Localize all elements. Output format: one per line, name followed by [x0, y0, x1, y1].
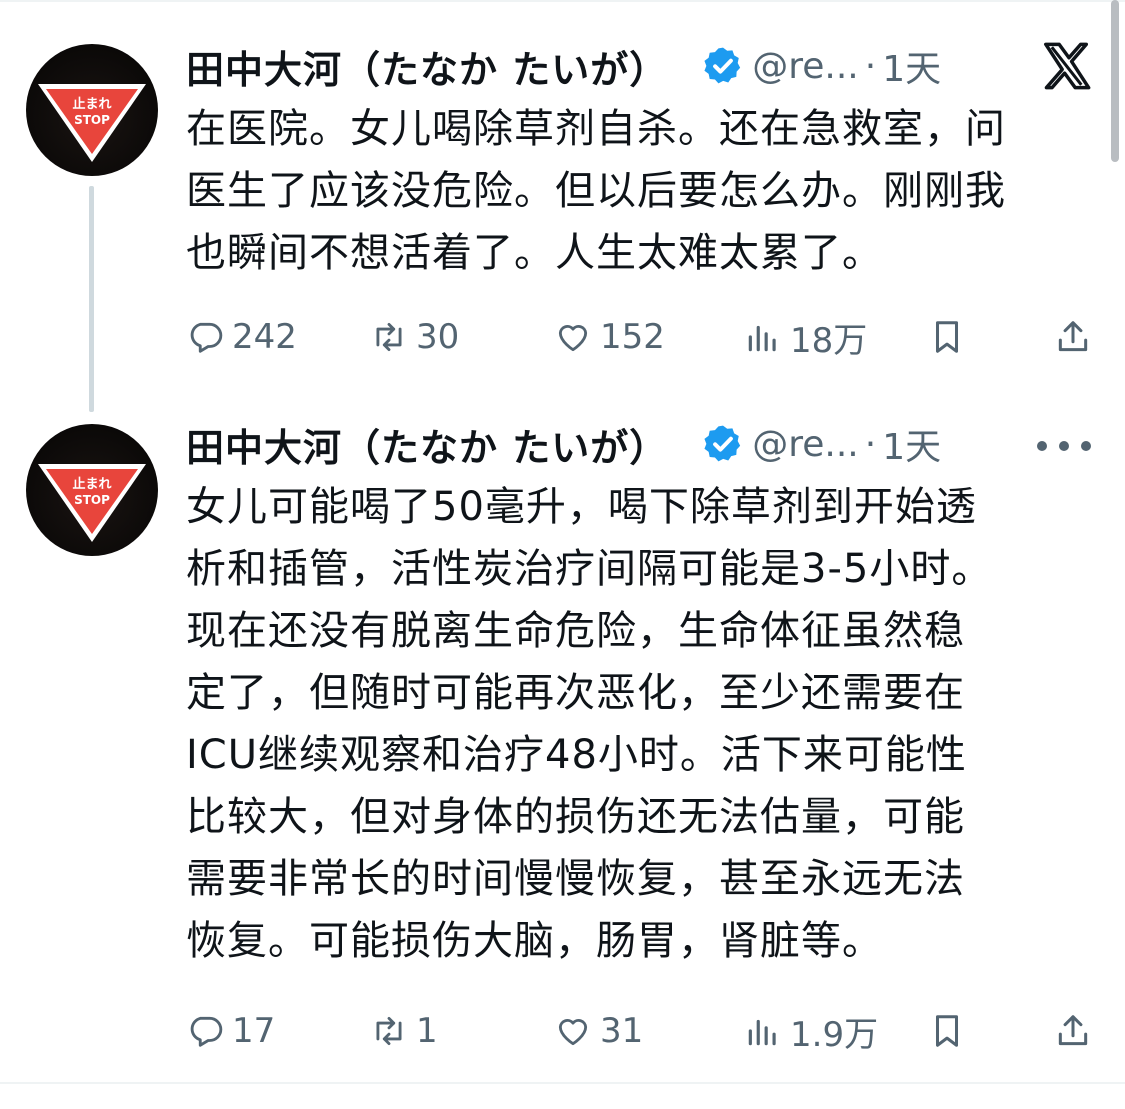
like-count: 31	[600, 1011, 644, 1051]
action-bar: 17 1 31 1.9万	[186, 1006, 1096, 1056]
verified-badge-icon	[704, 425, 741, 462]
retweet-count: 1	[416, 1011, 438, 1051]
stop-sign-icon: 止まれ STOP	[38, 84, 146, 162]
share-button[interactable]	[1054, 1006, 1100, 1056]
bookmark-button[interactable]	[928, 1006, 974, 1056]
avatar[interactable]: 止まれ STOP	[26, 44, 158, 176]
views-count: 1.9万	[790, 1014, 879, 1055]
retweet-icon	[376, 322, 402, 352]
verified-badge-icon	[704, 47, 741, 84]
reply-count: 17	[232, 1011, 276, 1051]
x-logo-icon[interactable]	[1041, 40, 1093, 92]
retweet-button[interactable]: 1	[370, 1006, 438, 1056]
tweet-text: 在医院。女儿喝除草剂自杀。还在急救室，问 医生了应该没危险。但以后要怎么办。刚刚…	[186, 106, 1006, 276]
retweet-count: 30	[416, 317, 460, 357]
avatar-sign-text-bottom: STOP	[74, 113, 110, 127]
tweet-text: 女儿可能喝了50毫升，喝下除草剂到开始透 析和插管，活性炭治疗间隔可能是3-5小…	[186, 484, 993, 964]
bookmark-icon	[935, 321, 959, 353]
stop-sign-icon: 止まれ STOP	[38, 464, 146, 542]
more-dots-icon[interactable]	[1037, 436, 1091, 456]
views-button[interactable]: 18万	[744, 312, 867, 362]
reply-count: 242	[232, 317, 297, 357]
views-icon	[748, 1019, 776, 1046]
avatar-sign-text-bottom: STOP	[74, 493, 110, 507]
separator-dot: ·	[864, 45, 877, 87]
avatar-sign-text-top: 止まれ	[72, 476, 111, 492]
author-handle[interactable]: @re...	[752, 424, 859, 465]
share-icon	[1058, 1015, 1088, 1046]
reply-button[interactable]: 242	[186, 312, 297, 362]
tweet-header: 田中大河（たなか たいが） @re... · 1天	[186, 414, 941, 474]
views-button[interactable]: 1.9万	[744, 1006, 878, 1056]
bookmark-icon	[935, 1015, 959, 1047]
separator-dot: ·	[864, 423, 877, 465]
timestamp[interactable]: 1天	[882, 418, 941, 470]
avatar-sign-text-top: 止まれ	[72, 96, 111, 112]
author-name[interactable]: 田中大河（たなか たいが）	[186, 417, 668, 472]
reply-icon	[190, 322, 223, 353]
avatar[interactable]: 止まれ STOP	[26, 424, 158, 556]
tweet-1[interactable]: 止まれ STOP 田中大河（たなか たいが） @re... · 1天 在医院。女…	[0, 36, 1125, 376]
like-button[interactable]: 31	[554, 1006, 643, 1056]
reply-icon	[190, 1016, 223, 1047]
share-icon	[1058, 321, 1088, 352]
retweet-button[interactable]: 30	[370, 312, 459, 362]
bookmark-button[interactable]	[928, 312, 974, 362]
views-icon	[748, 325, 776, 352]
tweet-header: 田中大河（たなか たいが） @re... · 1天	[186, 36, 941, 96]
author-name[interactable]: 田中大河（たなか たいが）	[186, 39, 668, 94]
heart-icon	[558, 325, 588, 352]
retweet-icon	[376, 1016, 402, 1046]
tweet-2[interactable]: 止まれ STOP 田中大河（たなか たいが） @re... · 1天 女儿可能喝…	[0, 414, 1125, 1074]
action-bar: 242 30 152 18万	[186, 312, 1096, 362]
bottom-divider	[0, 1082, 1125, 1084]
timestamp[interactable]: 1天	[882, 40, 941, 92]
share-button[interactable]	[1054, 312, 1100, 362]
top-divider	[0, 0, 1125, 2]
author-handle[interactable]: @re...	[752, 46, 859, 87]
like-button[interactable]: 152	[554, 312, 665, 362]
like-count: 152	[600, 317, 665, 357]
views-count: 18万	[790, 320, 868, 361]
heart-icon	[558, 1019, 588, 1046]
reply-button[interactable]: 17	[186, 1006, 275, 1056]
